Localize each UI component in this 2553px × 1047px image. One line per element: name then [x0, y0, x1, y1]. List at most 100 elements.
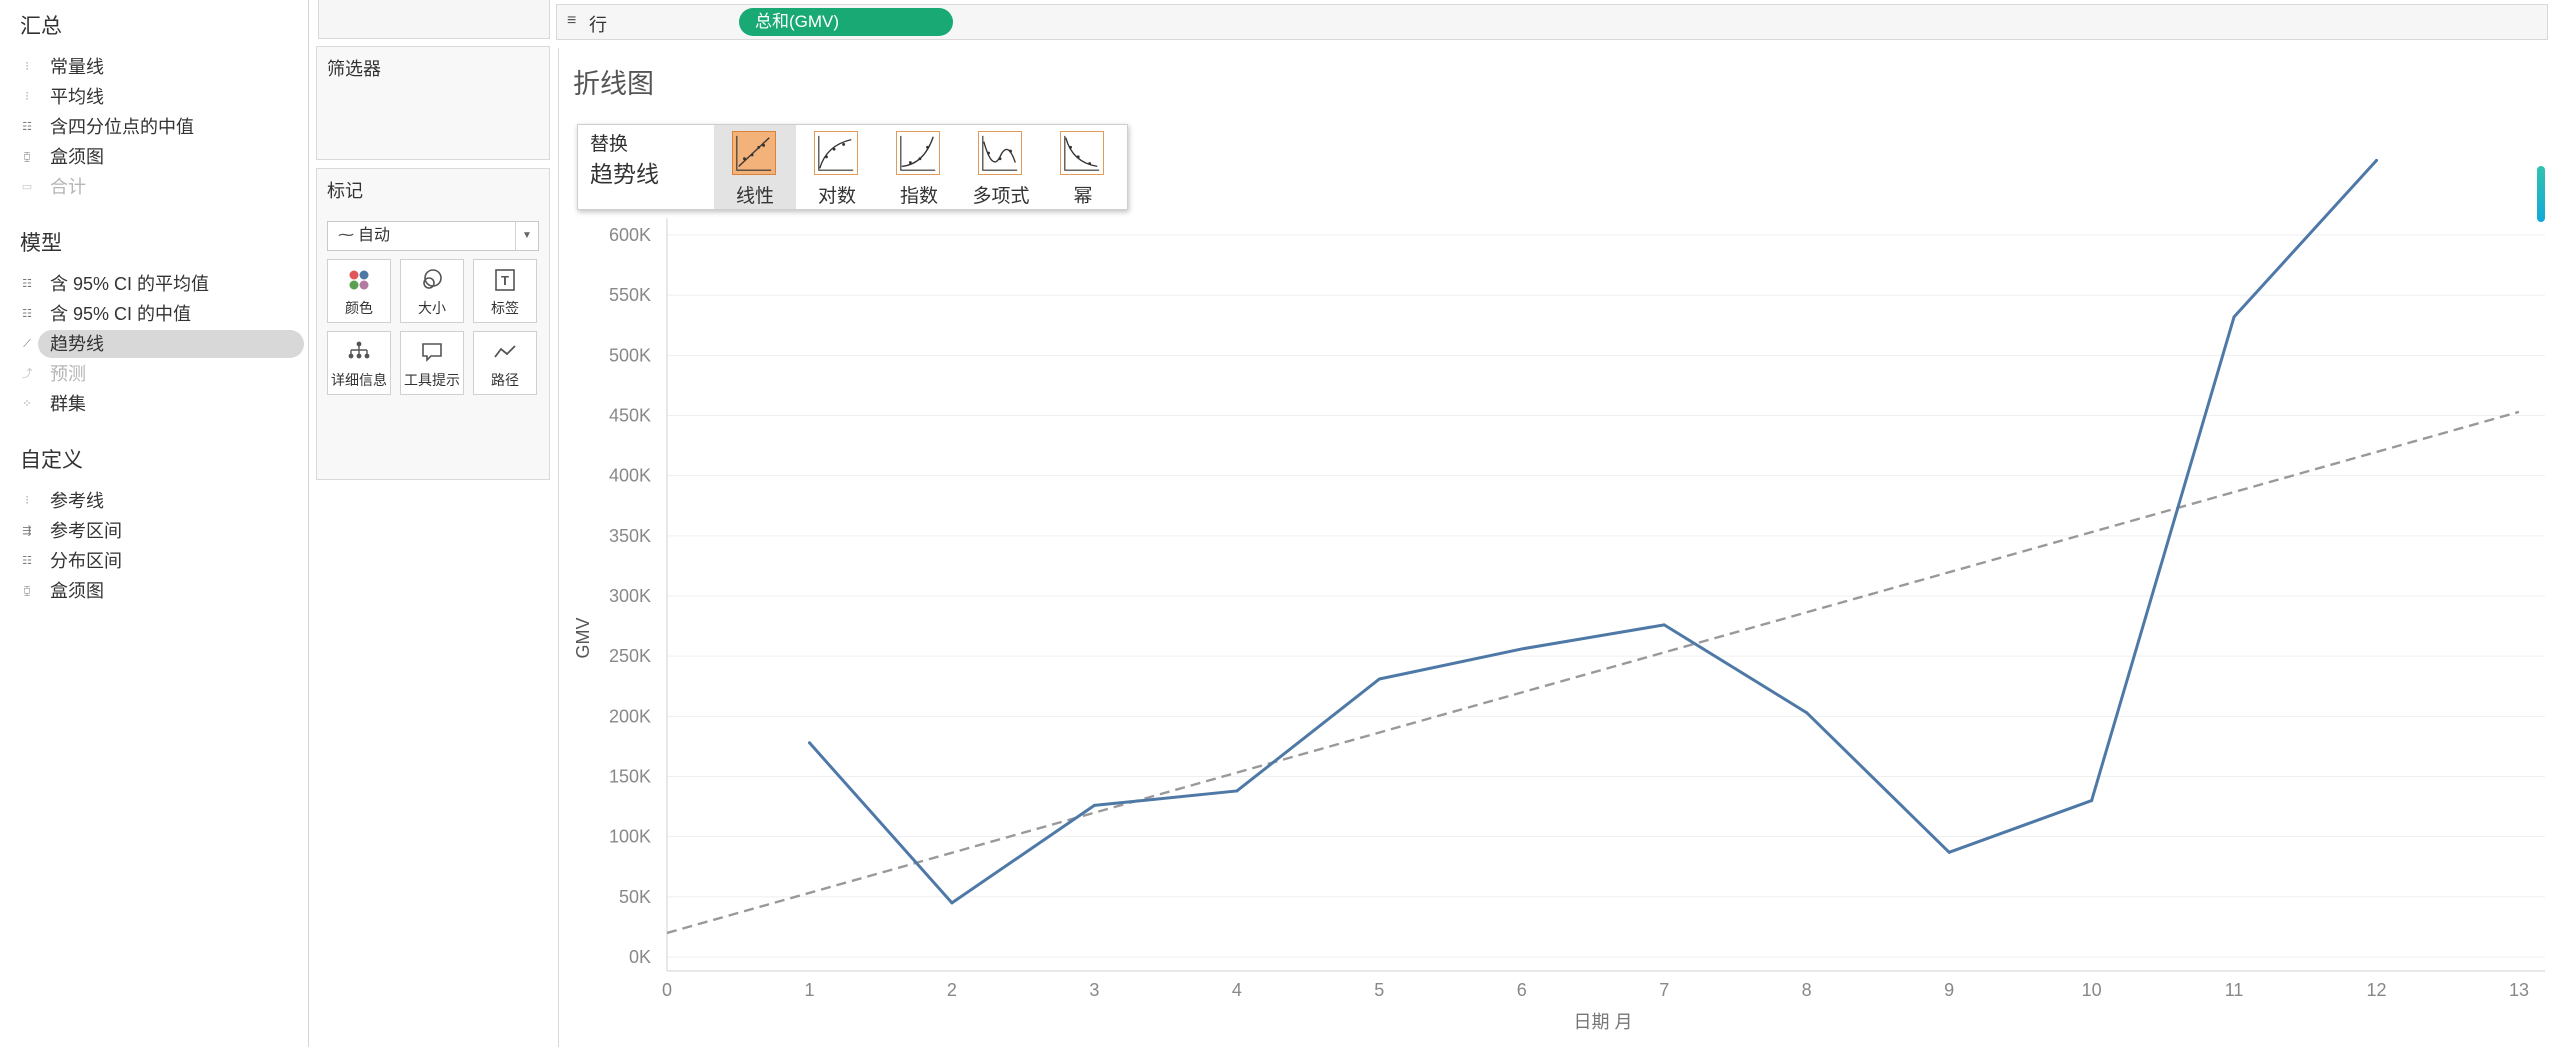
section-title-model: 模型 [20, 232, 62, 255]
viz-area: 折线图 0K 50K 100K 150K 200K 250K 300K 350K 400K 450… [558, 48, 2545, 1047]
scrollbar[interactable] [2537, 166, 2545, 222]
analytics-item-label: 盒须图 [50, 147, 104, 167]
y-tick-label: 500K [609, 345, 651, 365]
analytics-item-label: 含 95% CI 的平均值 [50, 274, 210, 294]
y-tick-label: 600K [609, 225, 651, 245]
pages-shelf[interactable] [318, 0, 550, 39]
x-tick-label: 5 [1374, 980, 1384, 1000]
series-line-0 [808, 159, 2378, 905]
analytics-item-label: 参考线 [50, 491, 104, 511]
marks-card-label[interactable]: T 标签 [473, 259, 537, 323]
data-point [1947, 850, 1951, 854]
section-title-custom: 自定义 [20, 449, 83, 472]
analytics-item-model-3[interactable]: ⤴ 预测 [22, 360, 304, 388]
x-tick-label: 13 [2509, 980, 2529, 1000]
color-icon [328, 268, 390, 292]
trend-option-linear[interactable]: 线性 [714, 125, 796, 209]
y-tick-label: 200K [609, 706, 651, 726]
x-tick-label: 3 [1089, 980, 1099, 1000]
measure-pill[interactable]: 总和(GMV) [739, 8, 953, 36]
analytics-item-label: 常量线 [50, 57, 104, 77]
analytics-item-model-1[interactable]: ☷ 含 95% CI 的中值 [22, 300, 304, 328]
distribution-band-icon: ☷ [22, 555, 32, 567]
x-tick-label: 8 [1802, 980, 1812, 1000]
mark-type-dropdown[interactable]: ⁓ 自动 ▼ [327, 221, 539, 251]
analytics-item-summary-3[interactable]: ⧮ 盒须图 [23, 143, 304, 171]
label-icon: T [474, 268, 536, 292]
y-tick-label: 450K [609, 406, 651, 426]
distribution-band-icon: ☷ [22, 308, 32, 320]
x-tick-label: 12 [2367, 980, 2387, 1000]
cluster-icon: ⁘ [22, 398, 32, 410]
analytics-item-model-4[interactable]: ⁘ 群集 [22, 390, 304, 418]
trend-line-icon: ⟋ [23, 338, 31, 350]
data-point [807, 741, 811, 745]
analytics-item-custom-1[interactable]: ⇶ 参考区间 [22, 517, 304, 545]
marks-card-label: 详细信息 [331, 372, 387, 388]
analytics-item-summary-4[interactable]: ▭ 合计 [22, 173, 304, 201]
analytics-item-summary-2[interactable]: ☷ 含四分位点的中值 [22, 113, 304, 141]
analytics-item-model-0[interactable]: ☷ 含 95% CI 的平均值 [22, 270, 304, 298]
distribution-band-icon: ☷ [22, 121, 32, 133]
filters-card[interactable]: 筛选器 [316, 46, 550, 160]
path-icon [474, 340, 536, 364]
x-tick-label: 1 [804, 980, 814, 1000]
marks-card-size[interactable]: 大小 [400, 259, 464, 323]
marks-card-color[interactable]: 颜色 [327, 259, 391, 323]
marks-card-label: 工具提示 [404, 372, 460, 388]
trend-option-label: 对数 [817, 186, 856, 207]
marks-card-tooltip[interactable]: 工具提示 [400, 331, 464, 395]
analytics-item-label: 预测 [50, 364, 86, 384]
data-point [2375, 158, 2379, 162]
log-trend-icon [814, 131, 858, 175]
rows-shelf[interactable]: ≡ 行 总和(GMV) [556, 4, 2548, 40]
x-tick-label: 2 [947, 980, 957, 1000]
measure-pill-label: 总和(GMV) [755, 12, 840, 31]
marks-card-path[interactable]: 路径 [473, 331, 537, 395]
analytics-item-label: 平均线 [50, 87, 104, 107]
data-point [1377, 677, 1381, 681]
marks-card-detail[interactable]: 详细信息 [327, 331, 391, 395]
marks-card-label: 大小 [418, 300, 446, 316]
analytics-item-label: 趋势线 [50, 334, 104, 354]
marks-card-label: 颜色 [345, 300, 373, 316]
trend-option-log[interactable]: 对数 [796, 125, 878, 209]
analytics-item-custom-3[interactable]: ⧮ 盒须图 [23, 577, 304, 605]
popup-heading-replace: 替换 [590, 134, 629, 155]
y-tick-label: 0K [629, 947, 651, 967]
y-tick-label: 150K [609, 767, 651, 787]
analytics-item-custom-0[interactable]: ⫶ 参考线 [26, 487, 304, 515]
data-point [1235, 789, 1239, 793]
trend-option-label: 多项式 [972, 186, 1030, 207]
data-point [1092, 803, 1096, 807]
trend-option-exp[interactable]: 指数 [878, 125, 960, 209]
chevron-down-icon: ▼ [515, 222, 538, 250]
data-point [2090, 799, 2094, 803]
rows-label: 行 [589, 15, 607, 35]
analytics-item-label: 含四分位点的中值 [50, 117, 194, 137]
y-tick-label: 550K [609, 285, 651, 305]
distribution-band-icon: ☷ [22, 278, 32, 290]
analytics-item-summary-0[interactable]: ⫶ 常量线 [26, 53, 304, 81]
x-tick-label: 11 [2225, 980, 2244, 1000]
trend-option-poly[interactable]: 多项式 [960, 125, 1042, 209]
filters-title: 筛选器 [327, 59, 381, 79]
analytics-item-custom-2[interactable]: ☷ 分布区间 [22, 547, 304, 575]
marks-title: 标记 [327, 181, 363, 201]
x-tick-label: 0 [662, 980, 672, 1000]
trend-option-power[interactable]: 幂 [1042, 125, 1124, 209]
data-point [1805, 711, 1809, 715]
power-trend-icon [1060, 131, 1104, 175]
rows-icon: ≡ [567, 12, 577, 29]
x-tick-label: 10 [2082, 980, 2102, 1000]
analytics-item-model-2[interactable]: ⟋ 趋势线 [23, 330, 304, 358]
analytics-item-label: 盒须图 [50, 581, 104, 601]
poly-trend-icon [978, 131, 1022, 175]
marks-card-label: 路径 [491, 372, 519, 388]
data-point [950, 901, 954, 905]
box-plot-icon: ⧮ [23, 585, 31, 597]
mark-type-value: 自动 [358, 227, 391, 244]
analytics-item-summary-1[interactable]: ⫶ 平均线 [26, 83, 304, 111]
totals-icon: ▭ [21, 181, 33, 193]
exp-trend-icon [896, 131, 940, 175]
